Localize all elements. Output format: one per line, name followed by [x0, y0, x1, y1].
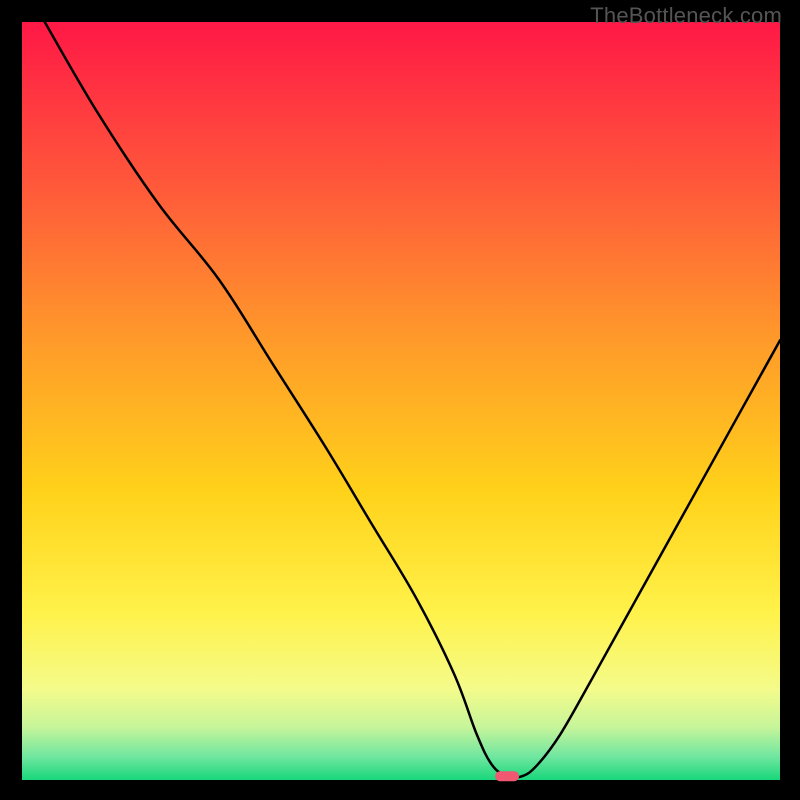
- plot-background: [22, 22, 780, 780]
- bottleneck-chart: [0, 0, 800, 800]
- chart-container: TheBottleneck.com: [0, 0, 800, 800]
- optimal-marker: [495, 771, 519, 781]
- watermark-text: TheBottleneck.com: [590, 3, 782, 29]
